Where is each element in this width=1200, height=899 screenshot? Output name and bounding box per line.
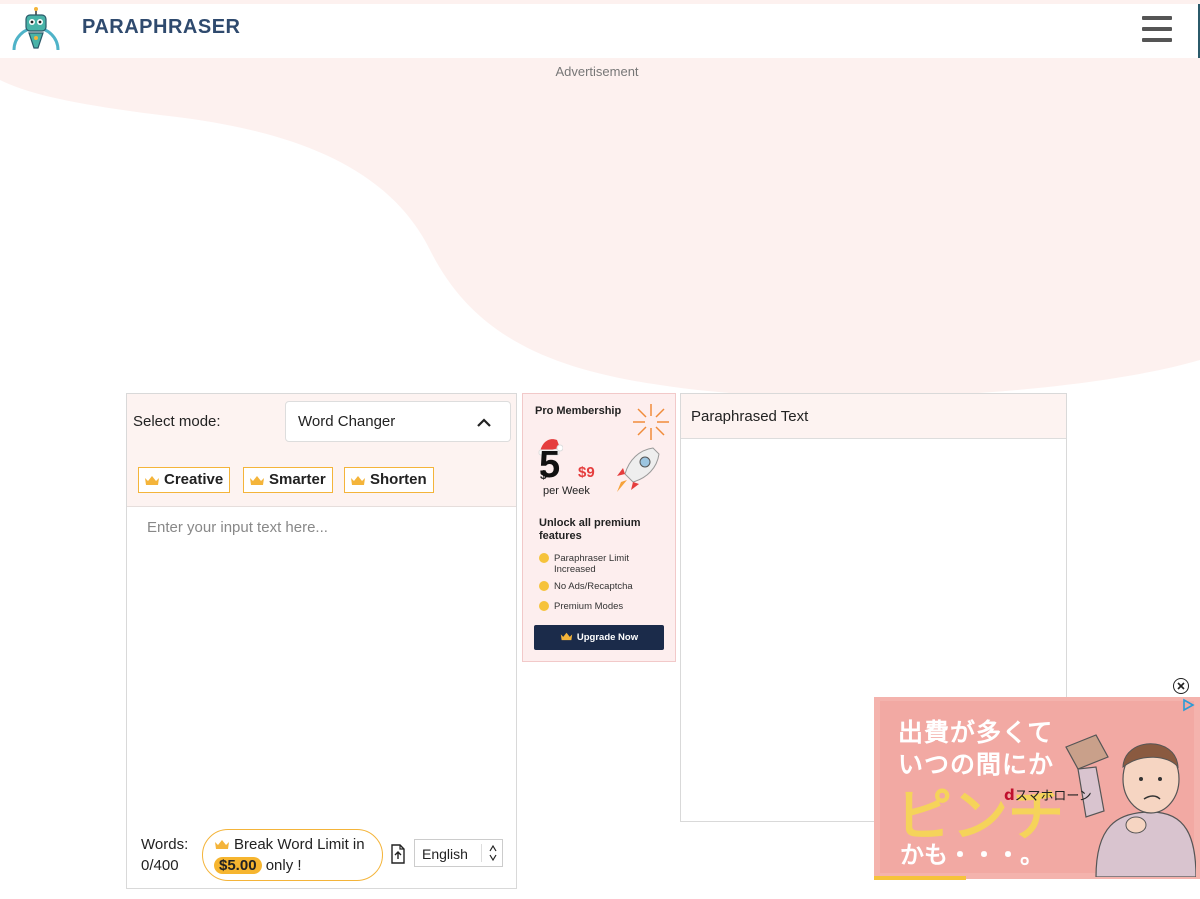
ad-brand: dスマホローン	[1004, 786, 1092, 804]
select-arrows-icon	[481, 844, 497, 862]
rocket-icon	[617, 447, 660, 492]
crown-icon	[560, 632, 573, 641]
input-text-area[interactable]	[127, 507, 516, 817]
pro-membership-promo[interactable]: Pro Membership $ 5 $9 per Week Unlock al…	[522, 393, 676, 662]
advertisement-label: Advertisement	[555, 64, 639, 79]
word-counter: Words: 0/400	[141, 834, 188, 876]
mode-dropdown-value: Word Changer	[298, 413, 396, 430]
hamburger-menu-icon[interactable]	[1142, 16, 1172, 42]
language-select[interactable]: English	[414, 839, 503, 867]
output-title: Paraphrased Text	[691, 408, 809, 425]
words-label: Words:	[141, 836, 189, 853]
crown-icon	[145, 476, 159, 485]
mode-toolbar: Select mode: Word Changer Creative Smart…	[127, 394, 516, 507]
output-header: Paraphrased Text	[681, 394, 1066, 439]
mode-smarter-button[interactable]: Smarter	[243, 467, 333, 493]
mode-shorten-button[interactable]: Shorten	[344, 467, 434, 493]
promo-price: 5	[539, 444, 561, 486]
break-limit-suffix: only !	[265, 857, 302, 874]
break-limit-price: $5.00	[214, 857, 262, 874]
robot-logo-icon[interactable]	[10, 6, 62, 52]
upload-file-icon[interactable]	[390, 844, 406, 864]
upgrade-now-label: Upgrade Now	[576, 632, 639, 643]
ad-choices-icon[interactable]	[1180, 697, 1196, 713]
promo-title: Pro Membership	[535, 405, 622, 417]
ad-text-line4: かも・・・。	[900, 841, 1044, 869]
mode-creative-button[interactable]: Creative	[138, 467, 231, 493]
mode-shorten-label: Shorten	[370, 471, 427, 488]
chevron-up-icon	[477, 418, 491, 427]
words-count: 0/400	[141, 857, 179, 874]
firework-icon	[633, 404, 669, 440]
ad-progress-bar	[874, 876, 966, 880]
close-ad-icon[interactable]	[1173, 678, 1189, 694]
input-panel: Select mode: Word Changer Creative Smart…	[126, 393, 517, 889]
brand-name[interactable]: PARAPHRASER	[82, 16, 240, 39]
break-limit-text: Break Word Limit in	[234, 836, 365, 853]
promo-period: per Week	[543, 485, 590, 497]
mode-creative-label: Creative	[164, 471, 224, 488]
floating-ad-image: 出費が多くて いつの間にか ピンチ かも・・・。 dスマホローン	[880, 701, 1196, 877]
upgrade-now-button[interactable]: Upgrade Now	[534, 625, 664, 650]
crown-icon	[250, 476, 264, 485]
check-icon	[539, 553, 549, 563]
check-icon	[539, 601, 549, 611]
crown-icon	[215, 840, 229, 849]
crown-icon	[351, 476, 365, 485]
floating-ad-banner[interactable]: 出費が多くて いつの間にか ピンチ かも・・・。 dスマホローン	[874, 697, 1200, 879]
site-header: PARAPHRASER	[0, 4, 1200, 58]
mode-smarter-label: Smarter	[269, 471, 326, 488]
promo-old-price: $9	[578, 464, 595, 481]
promo-unlock-text: Unlock all premium features	[539, 517, 641, 542]
language-value: English	[422, 846, 468, 862]
break-word-limit-button[interactable]: Break Word Limit in $5.00 only !	[202, 829, 383, 881]
check-icon	[539, 581, 549, 591]
ad-text-line1: 出費が多くて	[898, 718, 1054, 747]
mode-dropdown[interactable]: Word Changer	[285, 401, 511, 442]
select-mode-label: Select mode:	[133, 413, 221, 430]
